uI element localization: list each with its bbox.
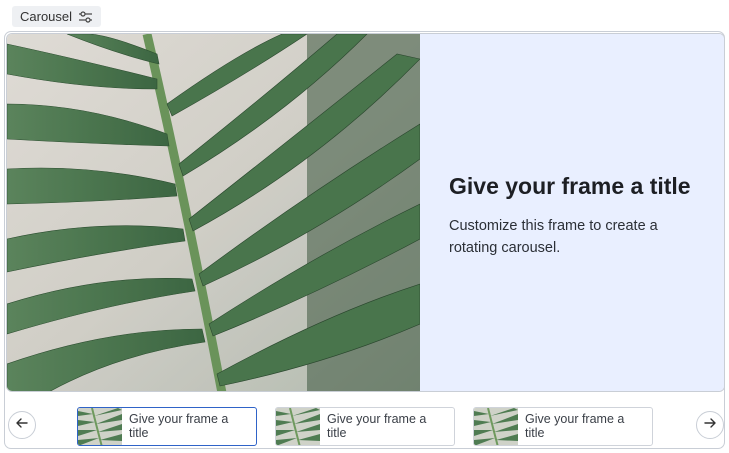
carousel-chip-label: Carousel	[20, 9, 73, 24]
previous-slide-button[interactable]	[8, 411, 36, 439]
sliders-icon	[78, 10, 93, 24]
carousel-slide[interactable]: Give your frame a title Customize this f…	[6, 33, 724, 392]
slide-thumbnail-1[interactable]: Give your frame a title	[77, 407, 257, 446]
thumbnail-label: Give your frame a title	[129, 412, 229, 440]
thumbnail-image	[276, 408, 320, 445]
slide-thumbnail-2[interactable]: Give your frame a title	[275, 407, 455, 446]
thumbnail-image	[78, 408, 122, 445]
slide-title[interactable]: Give your frame a title	[449, 172, 696, 201]
next-slide-button[interactable]	[696, 411, 724, 439]
thumbnail-label: Give your frame a title	[327, 412, 427, 440]
slide-text-panel: Give your frame a title Customize this f…	[420, 34, 724, 391]
arrow-left-icon	[15, 416, 29, 435]
carousel-chip[interactable]: Carousel	[12, 6, 102, 27]
carousel-frame: Give your frame a title Customize this f…	[4, 31, 725, 449]
slide-description[interactable]: Customize this frame to create a rotatin…	[449, 215, 696, 259]
palm-leaf-image	[7, 34, 420, 391]
slide-thumbnail-3[interactable]: Give your frame a title	[473, 407, 653, 446]
thumbnail-label: Give your frame a title	[525, 412, 625, 440]
arrow-right-icon	[703, 416, 717, 435]
thumbnail-image	[474, 408, 518, 445]
